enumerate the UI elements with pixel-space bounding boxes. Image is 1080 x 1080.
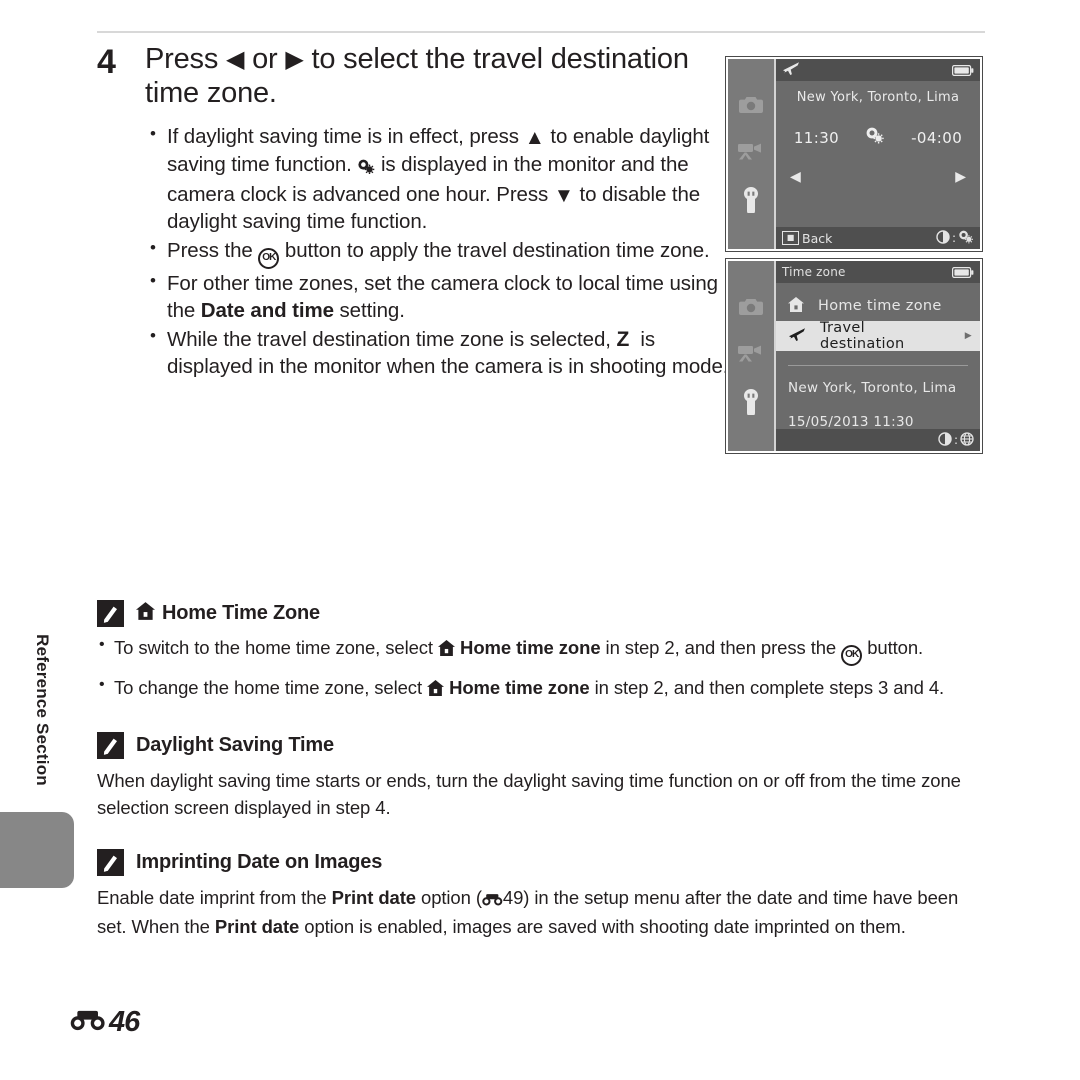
right-triangle-icon[interactable]: ▶	[955, 169, 966, 185]
mode-rail	[728, 59, 776, 249]
home-icon	[427, 677, 445, 704]
note-bullets-home-time-zone: To switch to the home time zone, select …	[97, 633, 985, 704]
folio-page-number: 46	[109, 1006, 140, 1038]
globe-icon	[960, 431, 974, 450]
camera-screen-travel: New York, Toronto, Lima 11:30 -04:00 ◀ ▶…	[776, 59, 980, 249]
menu-item-home-time-zone[interactable]: Home time zone	[776, 291, 980, 321]
pencil-note-icon	[97, 849, 124, 877]
menu-city-label: New York, Toronto, Lima	[788, 380, 957, 396]
note-title-text: Daylight Saving Time	[136, 733, 334, 756]
date-and-time-setting-label: Date and time	[200, 298, 334, 322]
dst-clock-icon	[357, 155, 375, 182]
manual-page: Reference Section 4 Press ◀ or ▶ to sele…	[0, 0, 1080, 1080]
hint-separator: :	[953, 433, 958, 447]
left-triangle-icon[interactable]: ◀	[790, 169, 801, 185]
chevron-right-icon: ▶	[964, 331, 972, 341]
reference-section-mark	[482, 887, 503, 914]
rotary-dial-icon	[936, 229, 950, 248]
wrench-icon	[741, 389, 761, 415]
dst-clock-icon	[958, 229, 974, 248]
menu-item-label: Travel destination	[820, 320, 905, 352]
step-bullet-dst: If daylight saving time is in effect, pr…	[145, 123, 745, 236]
travel-time-row: 11:30 -04:00	[776, 127, 980, 148]
screen-topbar: Time zone	[776, 261, 980, 283]
travel-city-label: New York, Toronto, Lima	[796, 90, 960, 105]
menu-title: Time zone	[782, 265, 846, 279]
folio: 46	[70, 1006, 140, 1039]
rotary-dial-icon	[938, 431, 952, 450]
pencil-note-icon	[97, 600, 124, 627]
battery-icon	[952, 263, 974, 282]
up-triangle-icon: ▲	[524, 126, 545, 150]
step-bullet-list: If daylight saving time is in effect, pr…	[145, 123, 745, 380]
travel-z-icon: Z	[616, 328, 630, 352]
movie-camera-icon	[737, 141, 765, 161]
note-title: Imprinting Date on Images	[136, 851, 382, 874]
right-triangle-icon: ▶	[285, 46, 304, 73]
step-title-part1: Press	[145, 43, 219, 75]
screen-botbar: :	[776, 429, 980, 451]
travel-zone-arrows: ◀ ▶	[776, 169, 980, 185]
notes-section: Home Time Zone To switch to the home tim…	[97, 600, 985, 941]
step-bullet-ok: Press the OK button to apply the travel …	[145, 237, 745, 269]
note-title: Daylight Saving Time	[136, 734, 334, 757]
note-header-daylight-saving-time: Daylight Saving Time	[97, 731, 985, 759]
note-title: Home Time Zone	[136, 601, 320, 626]
hint-separator: :	[951, 231, 956, 245]
travel-time: 11:30	[793, 128, 840, 147]
screen-botbar: ■ Back :	[776, 227, 980, 249]
reference-section-mark	[70, 1009, 106, 1036]
home-icon	[788, 296, 804, 316]
note-body-daylight-saving-time: When daylight saving time starts or ends…	[97, 769, 961, 818]
step-bullet-other-zones: For other time zones, set the camera clo…	[145, 270, 745, 324]
print-date-option-label: Print date	[214, 916, 300, 938]
section-thumb-tab	[0, 812, 74, 888]
note-bullet-change-home: To change the home time zone, select Hom…	[97, 673, 985, 704]
camera-screen-menu: Time zone Home time zone Travel destinat…	[776, 261, 980, 451]
menu-item-travel-destination[interactable]: Travel destination ▶	[776, 320, 980, 352]
menu-key-icon: ■	[782, 231, 799, 245]
step-title-or: or	[252, 43, 278, 75]
back-label[interactable]: Back	[802, 231, 832, 246]
print-date-option-label: Print date	[331, 887, 416, 909]
screen-topbar	[776, 59, 980, 81]
section-label: Reference Section	[33, 634, 52, 786]
note-bullet-switch-home: To switch to the home time zone, select …	[97, 633, 985, 666]
movie-camera-icon	[737, 343, 765, 363]
note-header-imprinting-date: Imprinting Date on Images	[97, 849, 985, 877]
left-triangle-icon: ◀	[226, 46, 245, 73]
home-time-zone-option-label: Home time zone	[444, 677, 590, 698]
wrench-icon	[741, 187, 761, 213]
note-title-text: Imprinting Date on Images	[136, 851, 383, 874]
airplane-icon	[788, 327, 806, 346]
menu-item-label: Home time zone	[818, 298, 942, 314]
pencil-note-icon	[97, 731, 124, 759]
camera-icon	[738, 95, 764, 115]
home-icon	[136, 601, 155, 626]
mode-rail	[728, 261, 776, 451]
step-block: 4 Press ◀ or ▶ to select the travel dest…	[97, 42, 728, 383]
ok-button-icon: OK	[841, 645, 863, 666]
battery-icon	[952, 61, 974, 80]
note-header-home-time-zone: Home Time Zone	[97, 600, 985, 627]
step-bullet-travel-indicator: While the travel destination time zone i…	[145, 325, 745, 380]
ok-button-icon: OK	[258, 248, 280, 269]
down-triangle-icon: ▼	[553, 183, 574, 207]
t: If daylight saving time is in effect, pr…	[167, 125, 525, 149]
screenshot-time-zone-menu: Time zone Home time zone Travel destinat…	[725, 258, 983, 454]
dst-clock-icon	[865, 127, 885, 148]
screenshot-travel-destination: New York, Toronto, Lima 11:30 -04:00 ◀ ▶…	[725, 56, 983, 252]
note-title-text: Home Time Zone	[162, 602, 320, 624]
home-icon	[438, 637, 456, 664]
note-body-imprinting-date: Enable date imprint from the Print date …	[97, 887, 959, 938]
travel-utc-offset: -04:00	[911, 128, 963, 147]
menu-datetime-label: 15/05/2013 11:30	[788, 414, 914, 430]
step-number: 4	[97, 43, 116, 81]
camera-icon	[738, 297, 764, 317]
step-title: Press ◀ or ▶ to select the travel destin…	[145, 42, 697, 110]
home-time-zone-option-label: Home time zone	[455, 637, 601, 658]
header-rule	[97, 31, 985, 33]
airplane-icon	[782, 61, 800, 80]
